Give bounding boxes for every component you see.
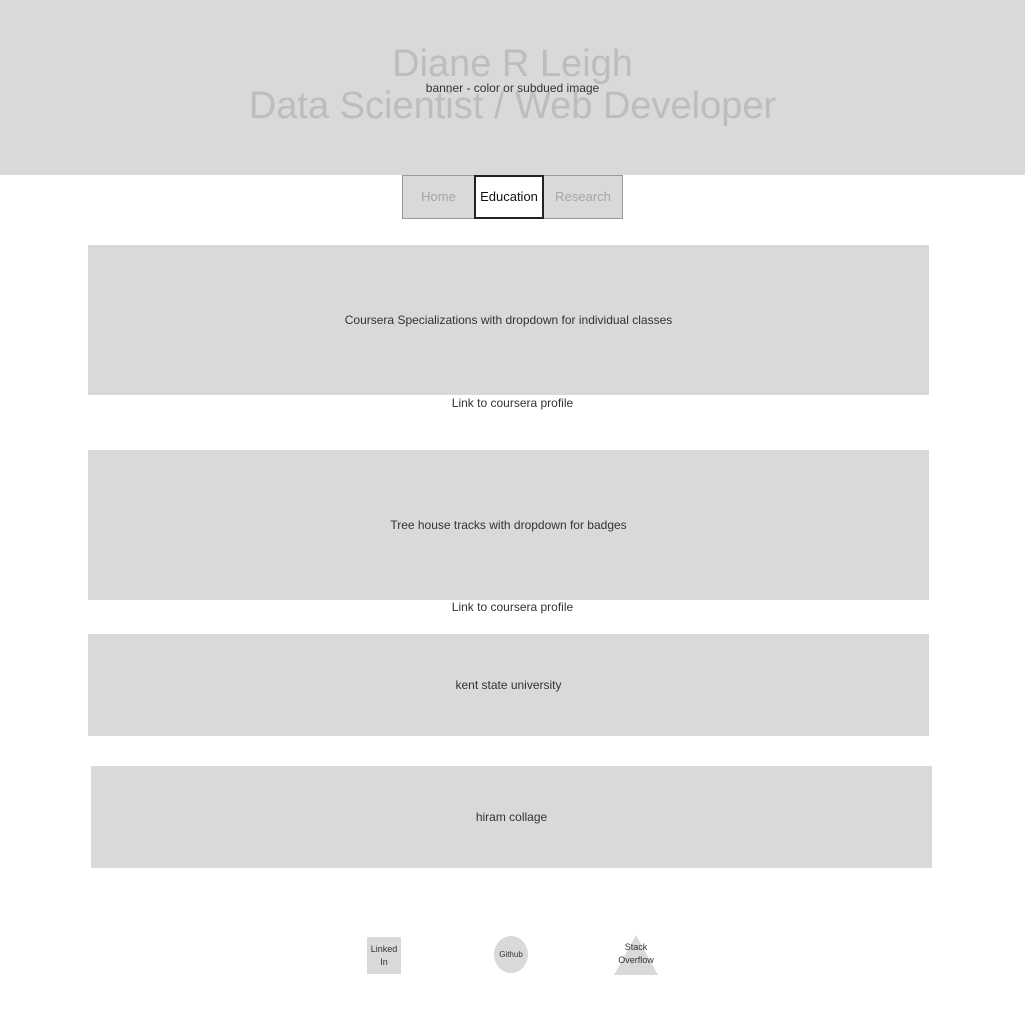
tab-research[interactable]: Research	[544, 175, 623, 219]
stack-overflow-label-line1: Stack	[624, 942, 648, 952]
coursera-profile-link[interactable]: Link to coursera profile	[0, 396, 1025, 410]
banner: Diane R Leigh Data Scientist / Web Devel…	[0, 0, 1025, 175]
linkedin-label-line1: Linked	[370, 943, 398, 954]
github-label: Github	[499, 950, 523, 959]
stack-overflow-icon[interactable]: Stack Overflow	[614, 935, 658, 975]
hiram-panel: hiram collage	[91, 766, 932, 868]
coursera-specializations-panel[interactable]: Coursera Specializations with dropdown f…	[88, 245, 929, 395]
linkedin-label: Linked In	[371, 943, 398, 969]
coursera-specializations-label: Coursera Specializations with dropdown f…	[344, 313, 673, 327]
treehouse-tracks-label: Tree house tracks with dropdown for badg…	[390, 518, 627, 532]
linkedin-icon[interactable]: Linked In	[367, 937, 401, 974]
kent-state-label: kent state university	[455, 678, 562, 692]
stack-overflow-label-line2: Overflow	[618, 955, 654, 965]
hiram-label: hiram collage	[475, 810, 548, 824]
banner-name: Diane R Leigh	[392, 43, 633, 85]
treehouse-tracks-panel[interactable]: Tree house tracks with dropdown for badg…	[88, 450, 929, 600]
banner-note: banner - color or subdued image	[425, 81, 600, 95]
tab-home[interactable]: Home	[402, 175, 474, 219]
linkedin-label-line2: In	[380, 956, 388, 967]
tab-education[interactable]: Education	[474, 175, 544, 219]
github-icon[interactable]: Github	[494, 936, 528, 973]
treehouse-profile-link[interactable]: Link to coursera profile	[0, 600, 1025, 614]
nav-tabs: Home Education Research	[402, 175, 623, 219]
kent-state-panel: kent state university	[88, 634, 929, 736]
stack-overflow-label: Stack Overflow	[608, 941, 664, 967]
